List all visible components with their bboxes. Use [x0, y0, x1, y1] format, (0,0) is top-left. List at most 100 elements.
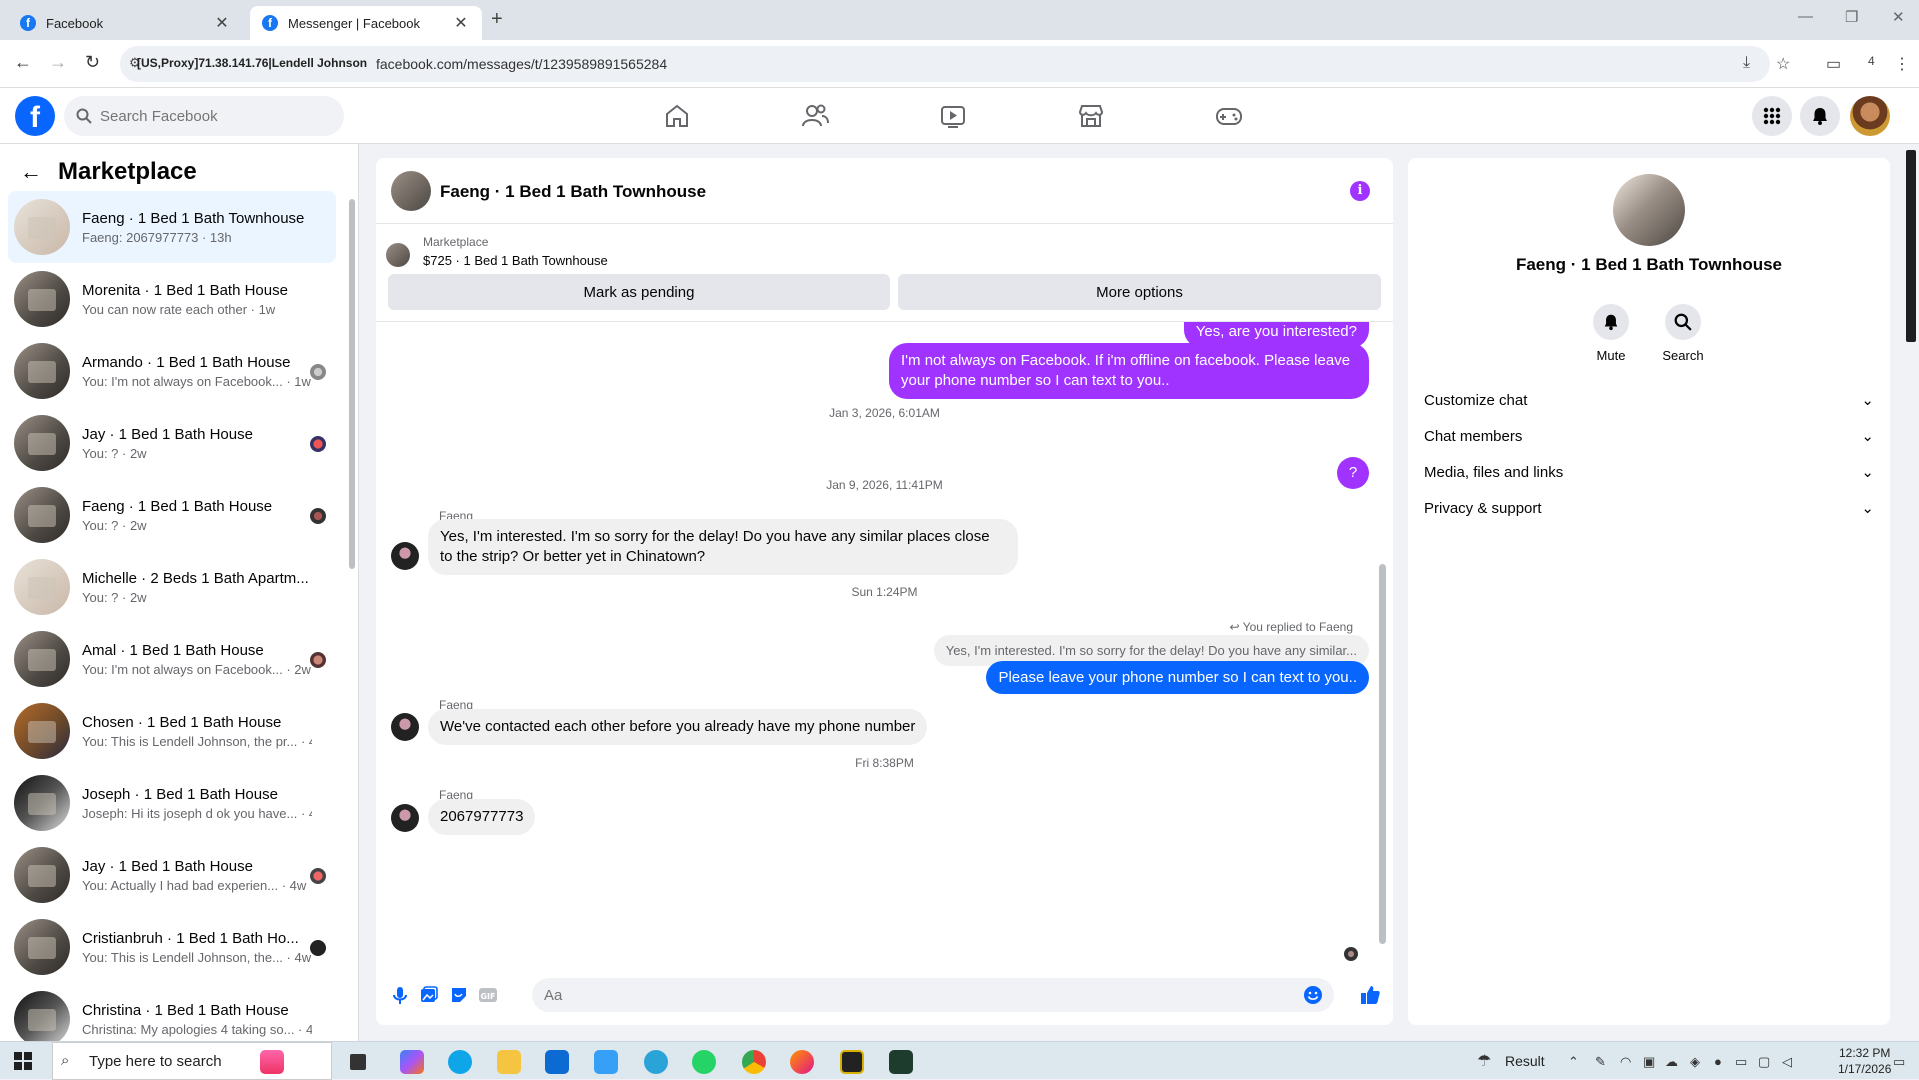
customize-chat-section[interactable]: Customize chat ⌄ [1424, 382, 1874, 418]
chat-avatar[interactable] [391, 171, 431, 211]
marketplace-icon[interactable] [1076, 101, 1106, 131]
message-input[interactable] [532, 978, 1334, 1012]
tab-messenger[interactable]: f Messenger | Facebook ✕ [250, 6, 482, 40]
tab-facebook[interactable]: f Facebook ✕ [8, 6, 243, 40]
taskbar-result-label[interactable]: Result [1505, 1053, 1545, 1069]
list-scrollbar[interactable] [349, 199, 355, 569]
notifications-bell-icon[interactable] [1800, 96, 1840, 136]
restore-icon[interactable]: ❐ [1845, 8, 1858, 26]
task-view-icon[interactable] [350, 1054, 366, 1070]
conversation-item[interactable]: Joseph · 1 Bed 1 Bath House Joseph: Hi it… [8, 767, 336, 839]
taskbar-search[interactable]: Type here to search [52, 1042, 332, 1080]
windows-start-icon[interactable] [14, 1052, 32, 1070]
back-icon[interactable]: ← [14, 52, 32, 73]
new-tab-button[interactable]: + [491, 8, 503, 31]
firefox-icon[interactable] [790, 1050, 814, 1074]
tab-search-icon[interactable]: ▭ [1826, 54, 1841, 74]
telegram-icon[interactable] [644, 1050, 668, 1074]
app-x-icon[interactable] [840, 1050, 864, 1074]
conversation-avatar [14, 343, 70, 399]
menu-grid-icon[interactable] [1752, 96, 1792, 136]
conversation-item[interactable]: Faeng · 1 Bed 1 Bath House You: ? · 2w [8, 479, 336, 551]
incoming-message: We've contacted each other before you al… [428, 709, 928, 745]
conversation-item[interactable]: Christina · 1 Bed 1 Bath House Christina:… [8, 983, 336, 1041]
edge-icon[interactable] [448, 1050, 472, 1074]
facebook-favicon-icon: f [20, 15, 36, 31]
wifi-icon[interactable]: ◠ [1620, 1054, 1631, 1070]
whatsapp-icon[interactable] [692, 1050, 716, 1074]
info-icon[interactable]: i [1350, 181, 1370, 201]
sticker-icon[interactable] [449, 985, 469, 1005]
media-files-links-section[interactable]: Media, files and links ⌄ [1424, 454, 1874, 490]
search-input[interactable] [100, 107, 300, 125]
seen-avatar [310, 652, 326, 668]
microphone-icon[interactable]: ● [1714, 1054, 1722, 1069]
chevron-up-icon[interactable]: ⌃ [1568, 1054, 1579, 1070]
chat-title[interactable]: Faeng · 1 Bed 1 Bath Townhouse [440, 182, 706, 202]
account-avatar[interactable] [1850, 96, 1890, 136]
mark-as-pending-button[interactable]: Mark as pending [388, 274, 890, 310]
conversation-item[interactable]: Morenita · 1 Bed 1 Bath House You can now… [8, 263, 336, 335]
conversation-item[interactable]: Chosen · 1 Bed 1 Bath House You: This is … [8, 695, 336, 767]
notification-center-icon[interactable]: ▭ [1893, 1054, 1905, 1070]
back-arrow-icon[interactable]: ← [20, 159, 42, 185]
listing-label: Marketplace [423, 235, 489, 249]
search-in-chat-button[interactable]: Search [1653, 304, 1713, 363]
taskbar-clock[interactable]: 12:32 PM 1/17/2026 [1838, 1045, 1891, 1077]
privacy-support-section[interactable]: Privacy & support ⌄ [1424, 490, 1874, 526]
photo-icon[interactable] [419, 985, 439, 1005]
copilot-icon[interactable] [400, 1050, 424, 1074]
file-explorer-icon[interactable] [497, 1050, 521, 1074]
facebook-logo[interactable]: f [15, 96, 55, 136]
network-icon[interactable]: ▭ [1735, 1054, 1747, 1070]
conversation-item[interactable]: Jay · 1 Bed 1 Bath House You: ? · 2w [8, 407, 336, 479]
outlook-icon[interactable] [545, 1050, 569, 1074]
pen-icon[interactable]: ✎ [1595, 1054, 1606, 1070]
thread-scrollbar[interactable] [1379, 564, 1386, 944]
home-icon[interactable] [662, 101, 692, 131]
emoji-icon[interactable] [1303, 985, 1323, 1005]
mute-button[interactable]: Mute [1581, 304, 1641, 363]
gaming-icon[interactable] [1214, 101, 1244, 131]
monitor-icon[interactable]: ▢ [1758, 1054, 1770, 1070]
chrome-icon[interactable] [742, 1050, 766, 1074]
address-bar[interactable] [120, 46, 1770, 82]
tulips-widget-icon[interactable] [260, 1050, 284, 1074]
conversation-avatar [14, 775, 70, 831]
conversation-avatar [14, 487, 70, 543]
teams-icon[interactable]: ▣ [1643, 1054, 1655, 1070]
conversation-item[interactable]: Jay · 1 Bed 1 Bath House You: Actually I … [8, 839, 336, 911]
bookmark-star-icon[interactable]: ☆ [1776, 54, 1790, 74]
like-thumb-icon[interactable] [1359, 984, 1381, 1006]
browser-menu-icon[interactable]: ⋮ [1894, 54, 1910, 74]
window-close-icon[interactable]: ✕ [1892, 8, 1905, 26]
chat-profile-avatar[interactable] [1613, 174, 1685, 246]
close-tab-icon[interactable]: ✕ [452, 13, 470, 33]
conversation-item[interactable]: Armando · 1 Bed 1 Bath House You: I'm not… [8, 335, 336, 407]
conversation-item[interactable]: Amal · 1 Bed 1 Bath House You: I'm not al… [8, 623, 336, 695]
volume-icon[interactable]: ◁ [1782, 1054, 1792, 1070]
conversation-item[interactable]: Faeng · 1 Bed 1 Bath Townhouse Faeng: 206… [8, 191, 336, 263]
forward-icon[interactable]: → [49, 52, 67, 73]
microphone-icon[interactable] [390, 985, 410, 1005]
gif-icon[interactable]: GIF [478, 985, 498, 1005]
conversation-item[interactable]: Michelle · 2 Beds 1 Bath Apartm... You: ?… [8, 551, 336, 623]
conversation-item[interactable]: Cristianbruh · 1 Bed 1 Bath Ho... You: Th… [8, 911, 336, 983]
listing-thumbnail [386, 243, 410, 267]
minimize-icon[interactable]: — [1798, 8, 1813, 25]
wordpad-icon[interactable] [594, 1050, 618, 1074]
chat-members-section[interactable]: Chat members ⌄ [1424, 418, 1874, 454]
video-icon[interactable] [938, 101, 968, 131]
app-terminal-icon[interactable] [889, 1050, 913, 1074]
cloud-icon[interactable]: ☁ [1665, 1054, 1678, 1070]
more-options-button[interactable]: More options [898, 274, 1381, 310]
page-scrollbar-thumb[interactable] [1906, 150, 1916, 342]
reload-icon[interactable]: ↻ [85, 52, 100, 73]
install-app-icon[interactable]: ⤓ [1743, 54, 1750, 72]
friends-icon[interactable] [800, 101, 830, 131]
extension-badge[interactable]: 4 [1868, 54, 1875, 68]
search-box[interactable] [64, 96, 344, 136]
close-tab-icon[interactable]: ✕ [213, 13, 231, 33]
vpn-icon[interactable]: ◈ [1690, 1054, 1700, 1070]
url-text[interactable]: facebook.com/messages/t/1239589891565284 [376, 56, 667, 72]
